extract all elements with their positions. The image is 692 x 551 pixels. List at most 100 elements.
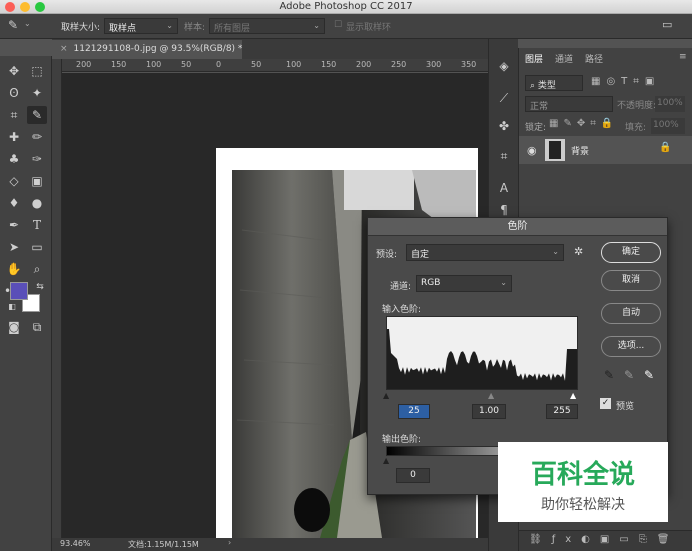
layer-filter-select[interactable]: ⌕ 类型	[525, 75, 583, 91]
close-tab-icon[interactable]: ×	[60, 44, 68, 54]
eraser-tool-icon[interactable]: ◇	[4, 172, 24, 190]
layers-panel-footer: ⛓ƒx◐▣▭⎘🗑	[519, 530, 692, 551]
layer-footer-icons[interactable]: ⛓ƒx◐▣▭⎘🗑	[529, 534, 679, 545]
default-colors-icon[interactable]: ◧	[2, 298, 22, 316]
output-levels-label: 输出色阶:	[382, 435, 422, 445]
ruler-tick-label: 250	[391, 60, 407, 69]
input-black-slider-icon[interactable]: ▲	[383, 391, 389, 400]
blend-mode-select[interactable]: 正常	[525, 96, 613, 112]
curves-panel-icon[interactable]: ⟋	[495, 91, 513, 109]
character-panel-icon[interactable]: A	[495, 181, 513, 199]
path-selection-tool-icon[interactable]: ➤	[4, 238, 24, 256]
opacity-field[interactable]: 100%	[655, 96, 685, 112]
type-tool-icon[interactable]: T	[27, 216, 47, 234]
tab-layers[interactable]: 图层	[525, 52, 543, 65]
panel-menu-icon[interactable]: ≡	[679, 52, 687, 62]
zoom-readout[interactable]: 93.46%	[60, 539, 91, 548]
status-menu-arrow-icon[interactable]: ›	[228, 538, 231, 547]
gray-eyedropper-icon[interactable]: ✎	[624, 368, 634, 382]
magic-wand-tool-icon[interactable]: ✦	[27, 84, 47, 102]
fill-field[interactable]: 100%	[651, 118, 685, 134]
input-gamma-field[interactable]: 1.00	[472, 404, 506, 419]
pen-tool-icon[interactable]: ✒	[4, 216, 24, 234]
color-picker-panel-icon[interactable]: ◈	[495, 59, 513, 77]
ruler-tick-label: 0	[216, 60, 222, 69]
sample-size-select[interactable]: 取样点 ⌄	[104, 18, 178, 34]
toolbox: ✥ ⬚ ʘ ✦ ⌗ ✎ ✚ ✏ ♣ ✑ ◇ ▣ ♦ ● ✒ T ➤ ▭ ✋ ⌕ …	[0, 56, 52, 551]
opacity-label: 不透明度:	[617, 101, 657, 111]
preview-label: 预览	[616, 402, 635, 412]
chevron-down-icon[interactable]: ⌄	[24, 19, 31, 28]
move-tool-icon[interactable]: ✥	[4, 62, 24, 80]
rectangle-tool-icon[interactable]: ▭	[27, 238, 47, 256]
channel-select[interactable]: RGB ⌄	[416, 275, 512, 292]
filter-type-icons[interactable]: ▦◎T⌗▣	[591, 76, 660, 87]
output-black-field[interactable]: 0	[396, 468, 430, 483]
options-button[interactable]: 选项...	[601, 336, 661, 357]
chevron-down-icon: ⌄	[500, 278, 507, 287]
blur-tool-icon[interactable]: ♦	[4, 194, 24, 212]
eyedropper-tool-icon[interactable]: ✎	[27, 106, 47, 124]
close-window-button[interactable]	[5, 2, 15, 12]
input-white-slider-icon[interactable]: ▲	[570, 391, 576, 400]
sample-select[interactable]: 所有图层 ⌄	[209, 18, 325, 34]
watermark-logo: 百科全说 助你轻松解决	[498, 442, 668, 522]
screen-mode-icon[interactable]: ⧉	[27, 318, 47, 336]
eyedropper-icon[interactable]: ✎	[8, 18, 18, 32]
history-brush-tool-icon[interactable]: ✑	[27, 150, 47, 168]
dodge-tool-icon[interactable]: ●	[27, 194, 47, 212]
minimize-window-button[interactable]	[20, 2, 30, 12]
layer-row[interactable]: ◉ 背景 🔒	[519, 136, 692, 164]
preset-select[interactable]: 自定 ⌄	[406, 244, 564, 261]
quick-mask-icon[interactable]: ◙	[4, 318, 24, 336]
black-eyedropper-icon[interactable]: ✎	[604, 368, 614, 382]
white-eyedropper-icon[interactable]: ✎	[644, 368, 654, 382]
show-ring-label: 显示取样环	[346, 23, 392, 33]
lock-icon[interactable]: 🔒	[659, 142, 671, 153]
zoom-window-button[interactable]	[35, 2, 45, 12]
zoom-tool-icon[interactable]: ⌕	[27, 260, 47, 278]
input-gamma-slider-icon[interactable]: ▲	[488, 391, 494, 400]
foreground-color-swatch[interactable]	[10, 282, 28, 300]
crop-panel-icon[interactable]: ⌗	[495, 149, 513, 167]
window-titlebar: Adobe Photoshop CC 2017	[0, 0, 692, 14]
brush-tool-icon[interactable]: ✏	[27, 128, 47, 146]
chevron-down-icon: ⌄	[166, 21, 173, 30]
options-bar: ✎ ⌄ 取样大小: 取样点 ⌄ 样本: 所有图层 ⌄ ☐ 显示取样环 ▭	[0, 14, 692, 39]
visibility-eye-icon[interactable]: ◉	[527, 144, 537, 157]
layer-name[interactable]: 背景	[571, 144, 589, 157]
sample-label: 样本:	[184, 23, 206, 33]
healing-brush-tool-icon[interactable]: ✚	[4, 128, 24, 146]
lock-icons[interactable]: ▦✎✥⌗🔒	[549, 118, 618, 129]
auto-button[interactable]: 自动	[601, 303, 661, 324]
show-ring-checkbox[interactable]: ☐	[334, 20, 342, 30]
ruler-tick-label: 100	[146, 60, 162, 69]
workspace-icon[interactable]: ▭	[662, 18, 672, 31]
input-slider-track[interactable]: ▲ ▲ ▲	[383, 391, 578, 401]
sample-size-value: 取样点	[109, 24, 137, 34]
ok-button[interactable]: 确定	[601, 242, 661, 263]
crop-tool-icon[interactable]: ⌗	[4, 106, 24, 124]
tab-channels[interactable]: 通道	[555, 52, 573, 65]
output-black-slider-icon[interactable]: ▲	[383, 456, 389, 465]
layer-filter-value: 类型	[537, 81, 556, 91]
document-tab[interactable]: × 1121291108-0.jpg @ 93.5%(RGB/8) *	[52, 40, 242, 59]
hand-tool-icon[interactable]: ✋	[4, 260, 24, 278]
clone-stamp-tool-icon[interactable]: ♣	[4, 150, 24, 168]
preview-checkbox[interactable]: ✓	[600, 398, 611, 409]
search-icon: ⌕	[530, 81, 536, 91]
marquee-tool-icon[interactable]: ⬚	[27, 62, 47, 80]
ruler-tick-label: 200	[76, 60, 92, 69]
plugin-panel-icon[interactable]: ✤	[495, 119, 513, 137]
channel-label: 通道:	[390, 282, 412, 292]
tab-paths[interactable]: 路径	[585, 52, 603, 65]
input-white-field[interactable]: 255	[546, 404, 578, 419]
cancel-button[interactable]: 取消	[601, 270, 661, 291]
gradient-tool-icon[interactable]: ▣	[27, 172, 47, 190]
histogram-graph	[387, 329, 577, 389]
swap-colors-icon[interactable]: ⇆	[30, 278, 50, 296]
lasso-tool-icon[interactable]: ʘ	[4, 84, 24, 102]
document-size-readout[interactable]: 文档:1.15M/1.15M	[128, 539, 199, 550]
input-black-field[interactable]: 25	[398, 404, 430, 419]
preset-gear-icon[interactable]: ✲	[574, 245, 583, 258]
